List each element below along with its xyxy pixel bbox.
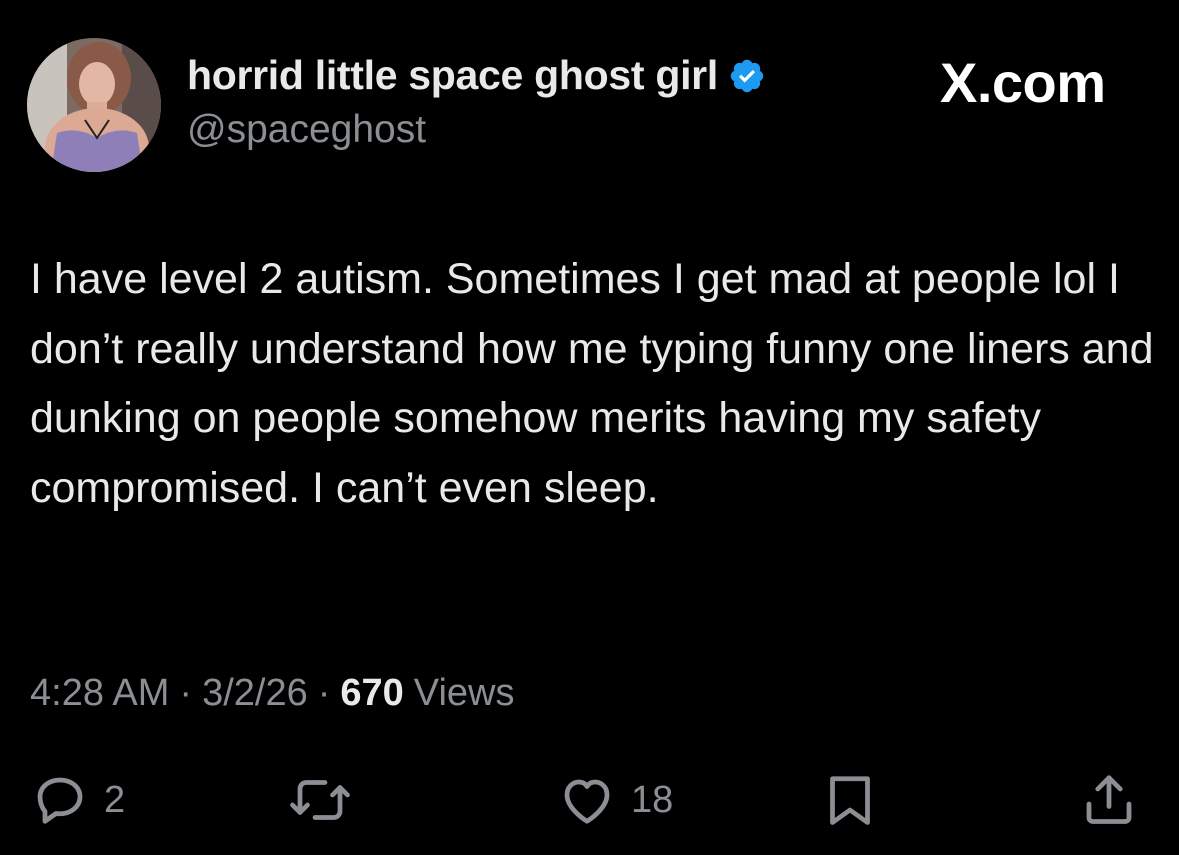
- avatar[interactable]: [27, 38, 161, 172]
- views-label: Views: [413, 672, 515, 714]
- reply-icon: [37, 777, 83, 824]
- share-icon: [1086, 775, 1132, 824]
- reply-button[interactable]: 2: [30, 770, 125, 830]
- like-button[interactable]: 18: [557, 770, 673, 830]
- like-count: 18: [631, 778, 674, 821]
- repost-icon: [290, 780, 350, 820]
- brand-watermark: X.com: [940, 51, 1106, 114]
- author-display-name[interactable]: horrid little space ghost girl: [187, 52, 718, 99]
- meta-separator: ·: [179, 672, 193, 714]
- author-handle[interactable]: @spaceghost: [187, 108, 426, 152]
- post-text: I have level 2 autism. Sometimes I get m…: [30, 255, 1154, 512]
- share-button[interactable]: [1079, 768, 1139, 830]
- bookmark-icon: [830, 776, 870, 825]
- repost-button[interactable]: [286, 770, 368, 830]
- tweet-card: horrid little space ghost girl @spacegho…: [0, 0, 1179, 855]
- post-date[interactable]: 3/2/26: [202, 672, 308, 715]
- post-meta: 4:28 AM · 3/2/26 · 670 Views: [30, 672, 514, 715]
- avatar-photo: [27, 38, 161, 172]
- heart-icon: [564, 779, 610, 824]
- meta-separator: ·: [317, 672, 331, 714]
- views-count: 670: [340, 672, 404, 714]
- reply-count: 2: [104, 778, 126, 821]
- post-time[interactable]: 4:28 AM: [30, 672, 169, 715]
- verified-badge-icon: [728, 57, 766, 95]
- author-name-row[interactable]: horrid little space ghost girl: [187, 52, 766, 99]
- bookmark-button[interactable]: [824, 770, 876, 830]
